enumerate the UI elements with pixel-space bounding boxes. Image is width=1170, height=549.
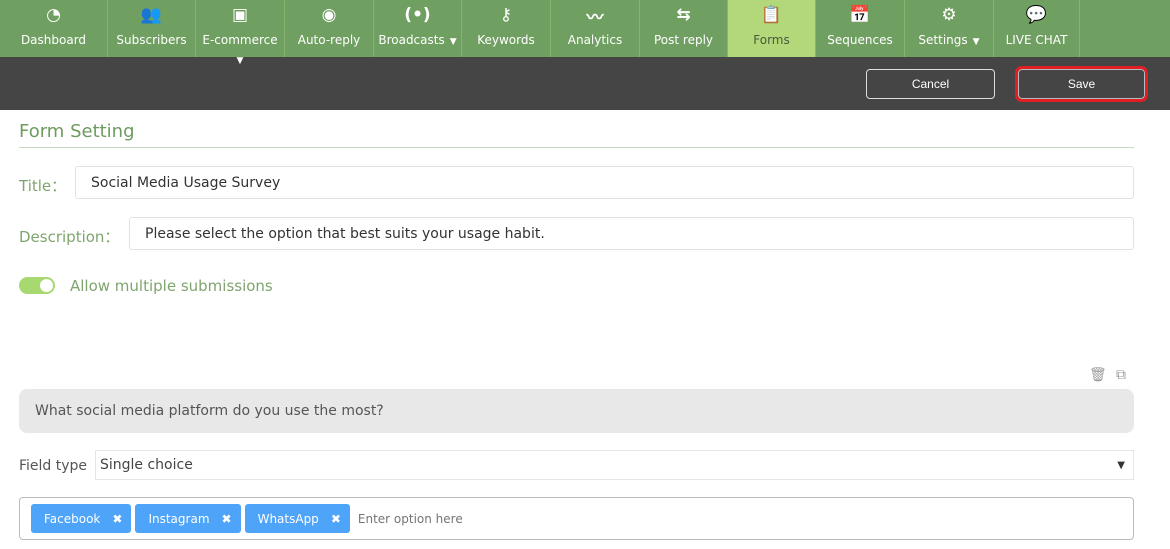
field-type-value: Single choice bbox=[100, 457, 193, 473]
calendar-check-icon: 📅 bbox=[849, 5, 871, 25]
option-label: WhatsApp bbox=[257, 511, 319, 526]
divider bbox=[19, 147, 1134, 148]
description-label: Description： bbox=[19, 228, 120, 246]
option-label: Facebook bbox=[44, 511, 101, 526]
field-type-label: Field type bbox=[19, 458, 88, 474]
nav-item-broadcasts[interactable]: (•) Broadcasts ▼ bbox=[374, 0, 462, 57]
caret-down-icon: ▼ bbox=[972, 37, 980, 47]
field-type-select[interactable]: Single choice ▼ bbox=[95, 450, 1134, 480]
remove-icon[interactable]: ✖ bbox=[222, 512, 232, 526]
nav-label: Post reply bbox=[653, 33, 714, 47]
nav-label: Settings bbox=[918, 33, 968, 47]
options-input[interactable]: Facebook ✖ Instagram ✖ WhatsApp ✖ bbox=[19, 497, 1134, 540]
duplicate-icon[interactable]: ⧉ bbox=[1116, 367, 1126, 383]
title-input[interactable]: Social Media Usage Survey bbox=[75, 166, 1134, 199]
option-tag: Facebook ✖ bbox=[31, 504, 132, 533]
option-tag: WhatsApp ✖ bbox=[244, 504, 350, 533]
nav-label: Auto-reply bbox=[297, 33, 361, 47]
robot-icon: ◉ bbox=[321, 5, 337, 25]
title-label: Title： bbox=[19, 177, 67, 195]
cancel-button[interactable]: Cancel bbox=[866, 69, 995, 99]
nav-item-dashboard[interactable]: ◔ Dashboard bbox=[0, 0, 108, 57]
nav-label: Analytics bbox=[567, 33, 623, 47]
nav-item-auto-reply[interactable]: ◉ Auto-reply bbox=[285, 0, 374, 57]
trash-icon[interactable]: 🗑 bbox=[1089, 367, 1107, 383]
option-label: Instagram bbox=[148, 511, 210, 526]
section-title: Form Setting bbox=[19, 121, 135, 142]
description-input[interactable]: Please select the option that best suits… bbox=[129, 217, 1134, 250]
remove-icon[interactable]: ✖ bbox=[331, 512, 341, 526]
nav-item-keywords[interactable]: ⚷ Keywords bbox=[462, 0, 551, 57]
nav-label: Broadcasts bbox=[378, 33, 445, 47]
nav-item-subscribers[interactable]: 👥 Subscribers bbox=[108, 0, 196, 57]
nav-label: E-commerce bbox=[202, 33, 278, 47]
action-bar: Cancel Save bbox=[0, 57, 1170, 110]
gauge-icon: ◔ bbox=[46, 5, 61, 25]
caret-down-icon: ▼ bbox=[449, 37, 457, 47]
nav-item-analytics[interactable]: 〰 Analytics bbox=[551, 0, 640, 57]
form-icon: 📋 bbox=[760, 5, 783, 25]
allow-multiple-toggle[interactable] bbox=[19, 277, 55, 294]
nav-item-sequences[interactable]: 📅 Sequences bbox=[816, 0, 905, 57]
key-icon: ⚷ bbox=[499, 5, 513, 25]
nav-label: Subscribers bbox=[116, 33, 187, 47]
option-tag: Instagram ✖ bbox=[135, 504, 241, 533]
option-input[interactable] bbox=[357, 511, 558, 526]
nav-item-e-commerce[interactable]: ▣ E-commerce ▼ bbox=[196, 0, 285, 66]
nav-label: Keywords bbox=[477, 33, 535, 47]
nav-label: Sequences bbox=[827, 33, 893, 47]
nav-label: LIVE CHAT bbox=[1005, 33, 1068, 47]
nav-item-forms[interactable]: 📋 Forms bbox=[728, 0, 816, 57]
question-input[interactable]: What social media platform do you use th… bbox=[19, 389, 1134, 433]
box-icon: ▣ bbox=[231, 5, 249, 25]
nav-item-settings[interactable]: ⚙ Settings ▼ bbox=[905, 0, 994, 57]
nav-label: Dashboard bbox=[20, 33, 87, 47]
save-button[interactable]: Save bbox=[1015, 66, 1148, 102]
live-chat-icon: 💬 bbox=[1025, 5, 1048, 25]
nav-item-live-chat[interactable]: 💬 LIVE CHAT bbox=[994, 0, 1080, 57]
reply-icon: ⇆ bbox=[676, 5, 691, 25]
gear-icon: ⚙ bbox=[941, 5, 957, 25]
nav-item-post-reply[interactable]: ⇆ Post reply bbox=[640, 0, 728, 57]
nav-label: Forms bbox=[753, 33, 790, 47]
remove-icon[interactable]: ✖ bbox=[112, 512, 122, 526]
broadcast-icon: (•) bbox=[404, 5, 431, 25]
caret-down-icon: ▼ bbox=[236, 56, 244, 66]
chart-line-icon: 〰 bbox=[586, 7, 604, 28]
top-nav: ◔ Dashboard 👥 Subscribers ▣ E-commerce ▼ ◉ Auto-… bbox=[0, 0, 1170, 66]
allow-multiple-label: Allow multiple submissions bbox=[70, 277, 273, 295]
dropdown-arrow-icon: ▼ bbox=[1117, 459, 1125, 471]
users-icon: 👥 bbox=[140, 5, 163, 25]
